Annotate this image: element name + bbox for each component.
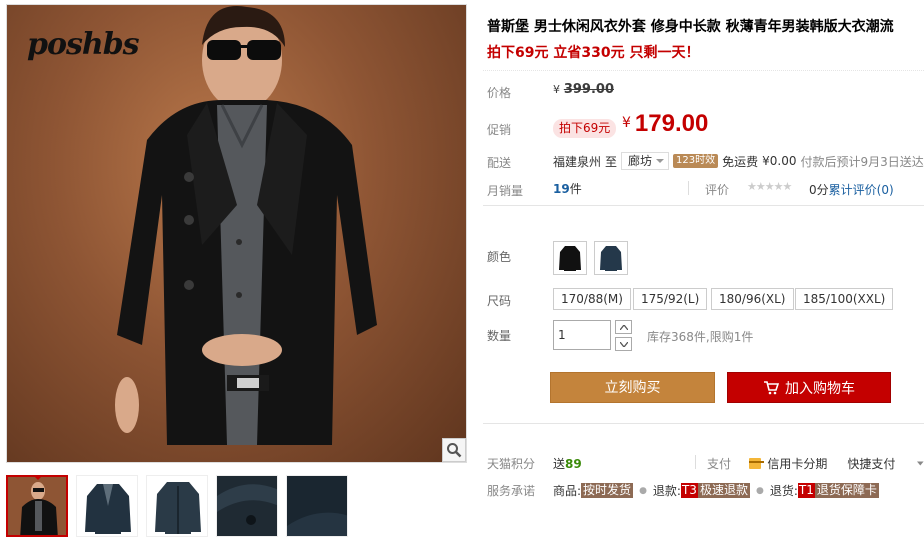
currency-symbol: ¥: [622, 115, 631, 131]
review-count-link[interactable]: 累计评价(0): [829, 183, 894, 197]
thumbnail-collar-detail[interactable]: [216, 475, 278, 537]
product-title: 普斯堡 男士休闲风衣外套 修身中长款 秋薄青年男装韩版大衣潮流: [487, 19, 894, 35]
quantity-input[interactable]: [553, 320, 611, 350]
ship-from: 福建泉州: [553, 154, 602, 169]
service-return-tag[interactable]: 退货保障卡: [814, 483, 879, 498]
zoom-button[interactable]: [442, 438, 466, 462]
sales-label: 月销量: [487, 184, 524, 198]
chevron-down-icon[interactable]: [917, 461, 924, 466]
thumbnail-fabric-detail[interactable]: [286, 475, 348, 537]
points-value: 89: [565, 457, 582, 471]
service-refund-code: T3: [680, 483, 698, 498]
free-shipping: 免运费: [722, 154, 759, 169]
size-option-xl[interactable]: 180/96(XL): [711, 288, 794, 310]
quantity-increase-button[interactable]: [615, 320, 632, 334]
shipping-info: 福建泉州 至 廊坊 123时效 免运费 ¥0.00 付款后预计9月3日送达: [553, 152, 924, 170]
bullet-icon: ●: [755, 485, 764, 496]
payment-methods: 支付 信用卡分期 快捷支付: [707, 455, 924, 472]
quantity-label: 数量: [487, 329, 512, 343]
add-to-cart-button[interactable]: 加入购物车: [727, 372, 891, 403]
rating-stars-icon: ★★★★★: [747, 180, 792, 193]
promo-price: ¥179.00: [622, 110, 708, 138]
sales-unit: 件: [569, 182, 582, 196]
stock-info: 库存368件,限购1件: [647, 330, 754, 344]
thumbnail-strip: [6, 466, 356, 541]
points-prefix: 送: [553, 457, 566, 471]
service-return-prefix: 退货:: [769, 484, 798, 498]
shipping-fee: ¥0.00: [762, 154, 797, 168]
sales-count: 19: [553, 182, 570, 196]
service-label: 服务承诺: [487, 484, 536, 498]
orig-price-label: 价格: [487, 86, 512, 100]
promo-price-label: 促销: [487, 123, 512, 137]
bullet-icon: ●: [639, 485, 647, 496]
rating-score: 0分: [809, 183, 829, 197]
service-refund-tag[interactable]: 极速退款: [697, 483, 750, 498]
size-option-l[interactable]: 175/92(L): [633, 288, 708, 310]
jacket-navy-icon: [600, 246, 622, 271]
promo-line: 拍下69元 立省330元 只剩一天！: [487, 45, 700, 61]
size-option-xxl[interactable]: 185/100(XXL): [795, 288, 894, 310]
service-promises: 商品: 按时发货 ● 退款: T3 极速退款 ● 退货: T1 退货保障卡: [553, 482, 879, 499]
quick-pay[interactable]: 快捷支付: [847, 455, 895, 472]
points-label: 天猫积分: [487, 457, 536, 471]
promo-tag: 拍下69元: [553, 119, 617, 138]
size-option-m[interactable]: 170/88(M): [553, 288, 631, 310]
tmall-points: 送89: [553, 455, 582, 472]
divider: [688, 181, 689, 195]
service-return-code: T1: [797, 483, 815, 498]
destination-city-select[interactable]: 廊坊: [621, 152, 670, 170]
service-ontime-tag[interactable]: 按时发货: [581, 483, 634, 498]
rating-summary: 0分累计评价(0): [809, 181, 894, 198]
currency-symbol: ¥: [553, 83, 560, 96]
rating-label: 评价: [705, 183, 730, 197]
monthly-sales: 19件: [553, 180, 582, 197]
destination-city: 廊坊: [628, 154, 653, 168]
delivery-estimate: 付款后预计9月3日送达: [800, 154, 924, 169]
credit-installment[interactable]: 信用卡分期: [767, 455, 827, 472]
thumbnail-jacket-alt[interactable]: [146, 475, 208, 537]
delivery-badge: 123时效: [673, 154, 719, 168]
main-product-image[interactable]: poshbs: [6, 4, 467, 463]
quantity-decrease-button[interactable]: [615, 337, 632, 351]
chevron-down-icon: [619, 341, 628, 347]
original-price: ¥ 399.00: [553, 82, 614, 97]
divider: [695, 455, 696, 469]
service-refund-prefix: 退款:: [652, 484, 681, 498]
shipping-label: 配送: [487, 156, 512, 170]
shopping-cart-icon: [764, 380, 779, 394]
service-goods-prefix: 商品:: [553, 484, 582, 498]
chevron-up-icon: [619, 324, 628, 330]
size-label: 尺码: [487, 294, 512, 308]
original-price-value: 399.00: [563, 82, 614, 97]
credit-card-icon: [749, 458, 765, 469]
ship-to-word: 至: [605, 154, 618, 169]
chevron-down-icon: [656, 159, 665, 163]
thumbnail-jacket-front[interactable]: [76, 475, 138, 537]
payment-label: 支付: [707, 457, 732, 471]
color-swatch-black[interactable]: [553, 241, 587, 275]
product-details: 普斯堡 男士休闲风衣外套 修身中长款 秋薄青年男装韩版大衣潮流 拍下69元 立省…: [483, 0, 924, 543]
jacket-black-icon: [559, 246, 581, 271]
model-illustration: [115, 6, 377, 445]
color-swatch-navy[interactable]: [594, 241, 628, 275]
add-to-cart-label: 加入购物车: [785, 380, 855, 397]
color-label: 颜色: [487, 250, 512, 264]
promo-price-value: 179.00: [634, 110, 709, 137]
magnifier-icon: [447, 443, 462, 458]
thumbnail-model[interactable]: [6, 475, 68, 537]
buy-now-button[interactable]: 立刻购买: [550, 372, 715, 403]
